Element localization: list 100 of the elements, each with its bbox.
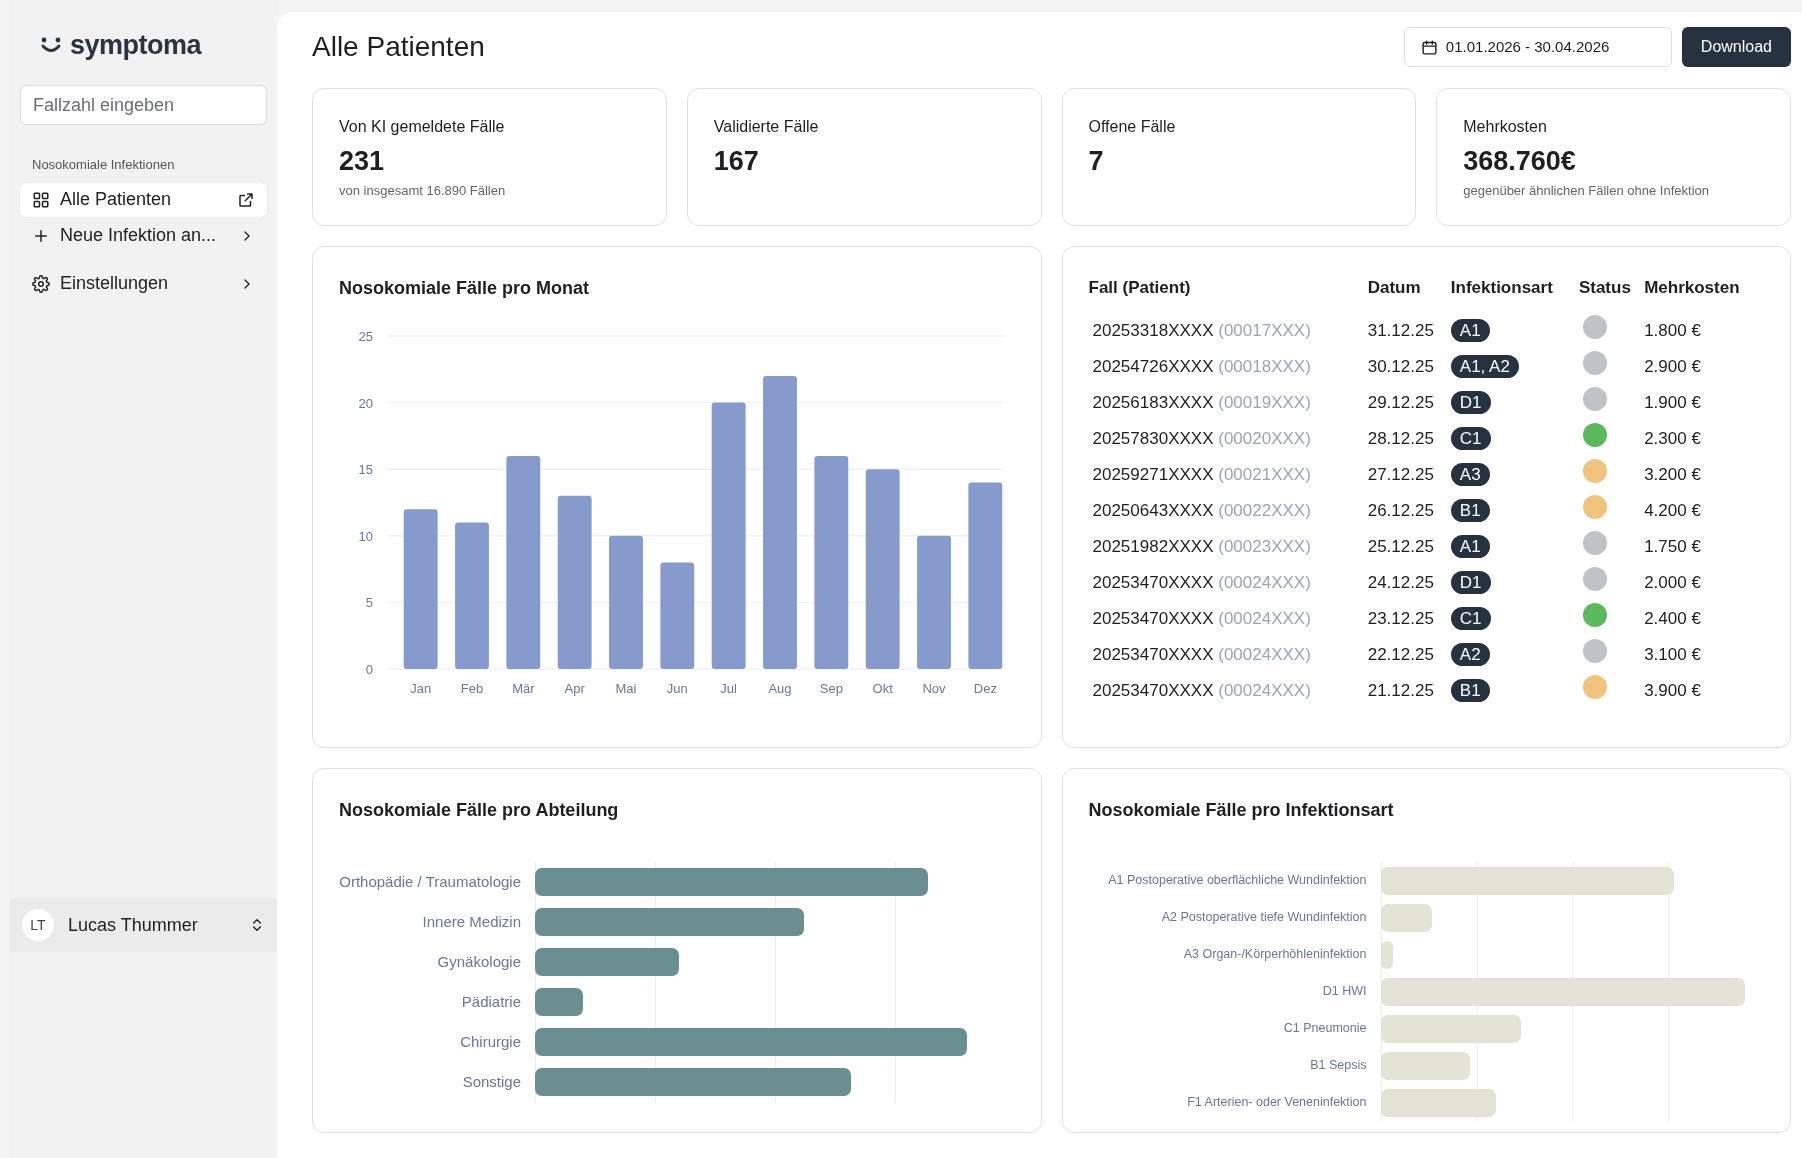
table-cell: 20256183XXXX [1092,392,1214,412]
category-label: Orthopädie / Traumatologie [339,871,522,892]
table-cell: 20254726XXXX [1092,356,1214,376]
table-cell: 3.200 € [1644,464,1701,484]
category-label: B1 Sepsis [1309,1057,1368,1075]
infection-tag: C1 [1450,606,1491,630]
axis-label: Nov [922,681,946,696]
table-cell: 2.900 € [1644,356,1701,376]
chart-title: Nosokomiale Fälle pro Monat [339,277,591,300]
patient-id: (00020XXX) [1218,428,1311,448]
logo-text: symptoma [70,28,202,62]
bar [1380,940,1394,969]
axis-label: Jan [410,681,432,696]
infection-tag: A1, A2 [1450,354,1519,378]
table-cell: 30.12.25 [1367,356,1434,376]
stat-value: 231 [339,147,386,177]
patient-id: (00024XXX) [1218,608,1311,628]
date-range-field[interactable]: 01.01.2026 - 30.04.2026 [1403,27,1672,67]
axis-label: Dez [973,681,997,696]
table-cell: 31.12.25 [1367,320,1434,340]
table-cell: 1.750 € [1644,536,1701,556]
infection-tag: A3 [1450,462,1490,486]
download-button[interactable]: Download [1681,27,1791,67]
sidebar-item[interactable]: Einstellungen [20,266,267,301]
axis-label: Mai [615,681,637,696]
category-label: A1 Postoperative oberflächliche Wundinfektion [1107,872,1368,890]
axis-label: Jun [666,681,688,696]
stat-label: Von KI gemeldete Fälle [339,117,506,137]
table-cell: 27.12.25 [1367,464,1434,484]
table-cell: 3.100 € [1644,644,1701,664]
patient-id: (00019XXX) [1218,392,1311,412]
axis-label: Aug [768,681,792,696]
category-label: Pädiatrie [460,991,522,1012]
calendar-icon [1420,38,1438,56]
user-avatar: LT [22,909,54,941]
patient-id: (00021XXX) [1218,464,1311,484]
infection-tag: D1 [1450,570,1491,594]
stat-value: 7 [1088,147,1105,177]
axis-label: 20 [358,395,373,411]
category-label: A3 Organ-/Körperhöhleninfektion [1182,946,1368,964]
table-cell: 20257830XXXX [1092,428,1214,448]
column-header: Datum [1367,275,1451,313]
table-cell: 23.12.25 [1367,608,1434,628]
table-cell: 25.12.25 [1367,536,1434,556]
table-cell: 29.12.25 [1367,392,1434,412]
table-cell: 20253470XXXX [1092,572,1214,592]
stat-note: gegenüber ähnlichen Fällen ohne Infektion [1463,181,1710,200]
chart-title: Nosokomiale Fälle pro Infektionsart [1088,799,1395,822]
category-label: Sonstige [461,1071,522,1092]
infection-tag: B1 [1450,498,1490,522]
bar [1380,903,1432,932]
table-cell: 20251982XXXX [1092,536,1214,556]
table-cell: 20259271XXXX [1092,464,1214,484]
table-cell: 2.300 € [1644,428,1701,448]
patient-id: (00018XXX) [1218,356,1311,376]
sidebar-item[interactable]: Alle Patienten [20,182,267,217]
user-menu[interactable]: LT Lucas Thummer [10,898,277,952]
table-cell: 20253470XXXX [1092,680,1214,700]
table-cell: 4.200 € [1644,500,1701,520]
table-cell: 26.12.25 [1367,500,1434,520]
table-cell: 22.12.25 [1367,644,1434,664]
case-number-field[interactable]: Fallzahl eingeben [20,85,267,125]
patient-id: (00024XXX) [1218,680,1311,700]
patient-id: (00022XXX) [1218,500,1311,520]
category-label: Gynäkologie [436,951,522,972]
category-label: A2 Postoperative tiefe Wundinfektion [1160,909,1368,927]
table-cell: 20253470XXXX [1092,608,1214,628]
axis-label: 5 [365,595,373,611]
table-cell: 2.000 € [1644,572,1701,592]
axis-label: Sep [819,681,843,696]
patient-id: (00024XXX) [1218,572,1311,592]
axis-label: Mär [512,681,535,696]
stat-value: 368.760€ [1463,147,1577,177]
infection-tag: A2 [1450,642,1490,666]
sidebar-item[interactable]: Neue Infektion an... [20,218,267,253]
axis-label: 25 [358,329,373,344]
stat-label: Offene Fälle [1088,117,1177,137]
table-cell: 2.400 € [1644,608,1701,628]
table-cell: 20253470XXXX [1092,644,1214,664]
table-cell: 24.12.25 [1367,572,1434,592]
chart-title: Nosokomiale Fälle pro Abteilung [339,799,620,822]
stat-note: von insgesamt 16.890 Fällen [339,181,507,200]
section-label: Nosokomiale Infektionen [32,156,176,174]
grid-icon [32,190,50,209]
patient-id: (00024XXX) [1218,644,1311,664]
axis-label: Jul [720,681,737,696]
patient-id: (00023XXX) [1218,536,1311,556]
table-cell: 21.12.25 [1367,680,1434,700]
axis-label: Okt [872,681,893,696]
user-name: Lucas Thummer [68,913,199,937]
table-cell: 3.900 € [1644,680,1701,700]
axis-label: 10 [358,528,373,544]
axis-label: 0 [365,662,373,677]
table-cell: 1.800 € [1644,320,1701,340]
infection-tag: A1 [1450,534,1490,558]
infection-tag: D1 [1450,390,1491,414]
column-header: Fall (Patient) [1088,275,1368,313]
axis-label: Apr [564,681,585,696]
column-header: Infektionsart [1450,275,1579,313]
bar [535,988,583,1016]
